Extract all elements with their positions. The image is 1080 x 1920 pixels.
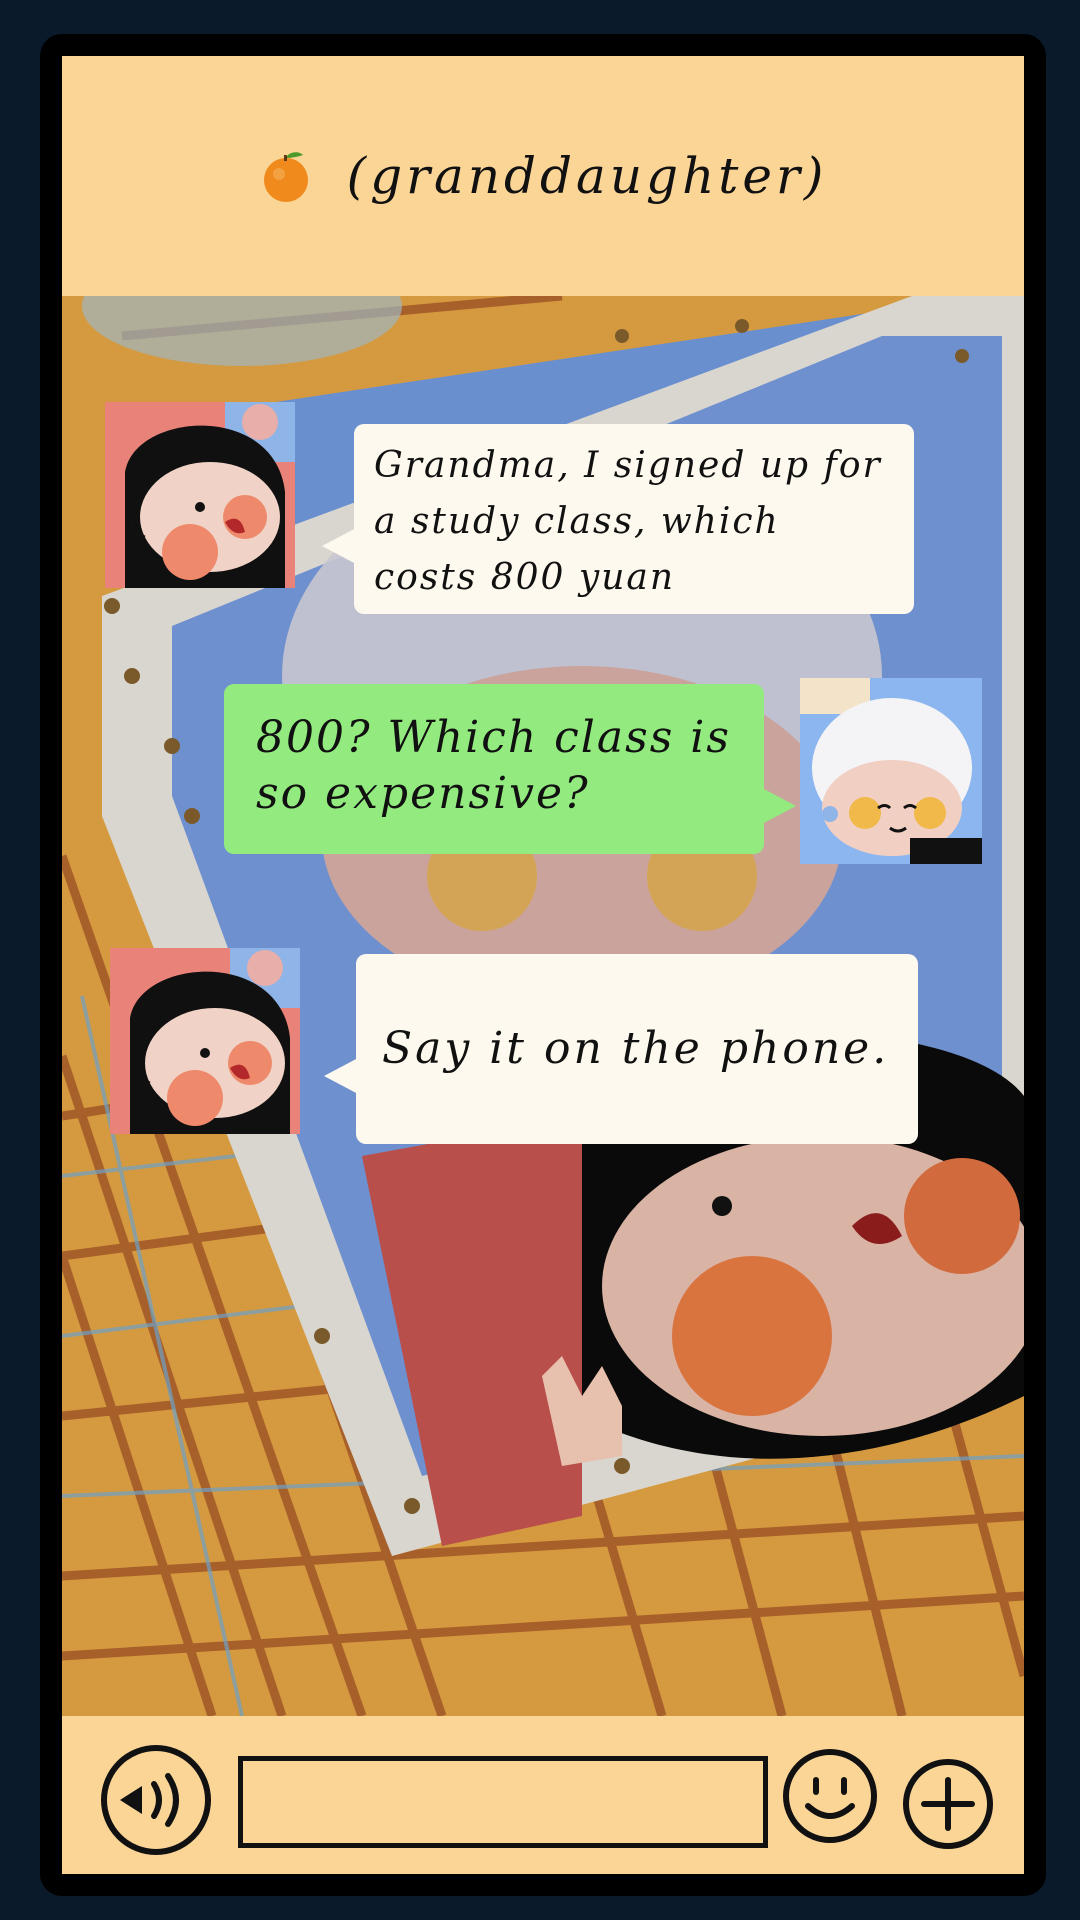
phone-frame: (granddaughter) Grandma, I signed up for… <box>40 34 1046 1896</box>
granddaughter-avatar[interactable] <box>110 948 300 1134</box>
granddaughter-avatar[interactable] <box>105 402 295 588</box>
smiley-icon[interactable] <box>780 1746 880 1846</box>
message-bubble-outgoing[interactable]: 800? Which class is so expensive? <box>224 684 796 854</box>
chat-input-toolbar <box>62 1716 1024 1874</box>
orange-emoji-icon <box>259 149 313 203</box>
grandma-avatar[interactable] <box>800 678 982 864</box>
chat-header: (granddaughter) <box>62 56 1024 296</box>
contact-name: (granddaughter) <box>346 147 828 205</box>
message-bubble-incoming[interactable]: Grandma, I signed up for a study class, … <box>322 424 914 614</box>
message-input[interactable] <box>238 1756 768 1848</box>
voice-icon[interactable] <box>98 1742 214 1858</box>
plus-icon[interactable] <box>900 1756 996 1852</box>
chat-screen: (granddaughter) Grandma, I signed up for… <box>62 56 1024 1874</box>
message-bubble-incoming[interactable]: Say it on the phone. <box>324 954 918 1144</box>
